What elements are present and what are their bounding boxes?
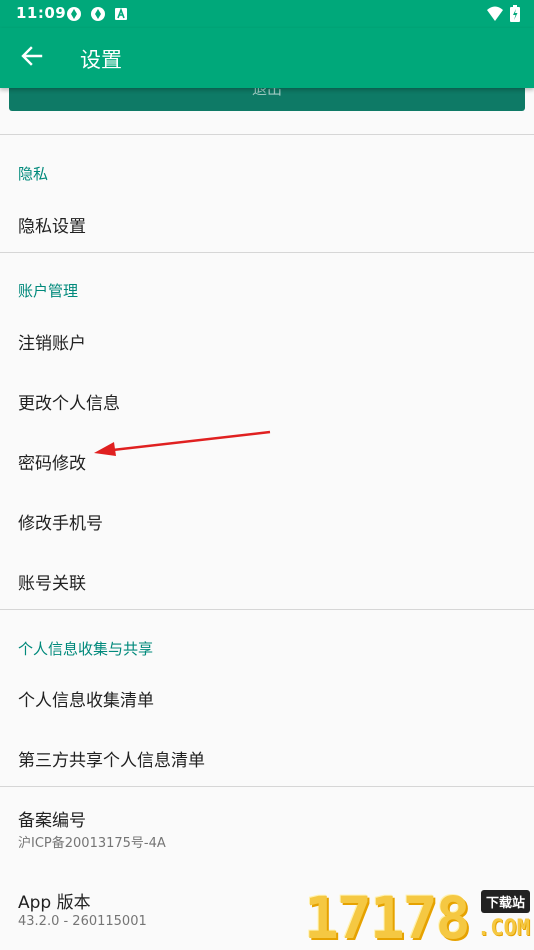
system-icons bbox=[486, 5, 520, 26]
section-header-privacy: 隐私 bbox=[18, 165, 49, 183]
battery-icon bbox=[510, 5, 520, 26]
watermark-badge: 下载站 bbox=[480, 890, 530, 913]
notification-icons bbox=[66, 6, 130, 22]
item-label: 第三方共享个人信息清单 bbox=[18, 751, 205, 771]
divider bbox=[0, 609, 534, 610]
item-label: 个人信息收集清单 bbox=[18, 691, 154, 711]
sync-icon bbox=[90, 6, 106, 22]
divider bbox=[0, 786, 534, 787]
status-time: 11:09 bbox=[16, 4, 67, 22]
third-party-sharing-item[interactable]: 第三方共享个人信息清单 bbox=[0, 727, 534, 785]
divider bbox=[0, 252, 534, 253]
item-label: 隐私设置 bbox=[18, 217, 86, 237]
app-bar: 设置 bbox=[0, 28, 534, 88]
annotation-arrow-icon bbox=[94, 430, 271, 456]
item-label: 修改手机号 bbox=[18, 514, 103, 534]
item-label: 备案编号 bbox=[18, 811, 86, 831]
cancel-account-item[interactable]: 注销账户 bbox=[0, 310, 534, 368]
divider bbox=[0, 134, 534, 135]
filing-number-item[interactable]: 备案编号 沪ICP备20013175号-4A bbox=[0, 796, 534, 866]
item-value: 43.2.0 - 260115001 bbox=[18, 914, 147, 929]
edit-profile-item[interactable]: 更改个人信息 bbox=[0, 370, 534, 428]
section-header-account: 账户管理 bbox=[18, 282, 79, 300]
item-label: 注销账户 bbox=[18, 334, 86, 354]
watermark-digits: 17178 bbox=[304, 884, 471, 950]
watermark-domain: .COM bbox=[477, 916, 530, 941]
section-header-info: 个人信息收集与共享 bbox=[18, 640, 154, 658]
status-bar: 11:09 bbox=[0, 0, 534, 28]
sync-icon bbox=[66, 6, 82, 22]
page-title: 设置 bbox=[80, 48, 122, 72]
a-box-icon bbox=[114, 6, 130, 22]
back-button[interactable] bbox=[16, 42, 48, 74]
item-label: 密码修改 bbox=[18, 454, 86, 474]
watermark-logo: 17178 下载站 .COM bbox=[304, 880, 534, 950]
info-collection-list-item[interactable]: 个人信息收集清单 bbox=[0, 667, 534, 725]
item-label: 更改个人信息 bbox=[18, 394, 120, 414]
change-phone-item[interactable]: 修改手机号 bbox=[0, 490, 534, 548]
account-linking-item[interactable]: 账号关联 bbox=[0, 550, 534, 608]
item-label: 账号关联 bbox=[18, 574, 86, 594]
wifi-icon bbox=[486, 6, 504, 26]
privacy-settings-item[interactable]: 隐私设置 bbox=[0, 193, 534, 251]
logout-button[interactable]: 退出 bbox=[9, 84, 525, 111]
item-label: App 版本 bbox=[18, 893, 91, 913]
item-value: 沪ICP备20013175号-4A bbox=[18, 836, 166, 851]
arrow-left-icon bbox=[21, 45, 43, 71]
